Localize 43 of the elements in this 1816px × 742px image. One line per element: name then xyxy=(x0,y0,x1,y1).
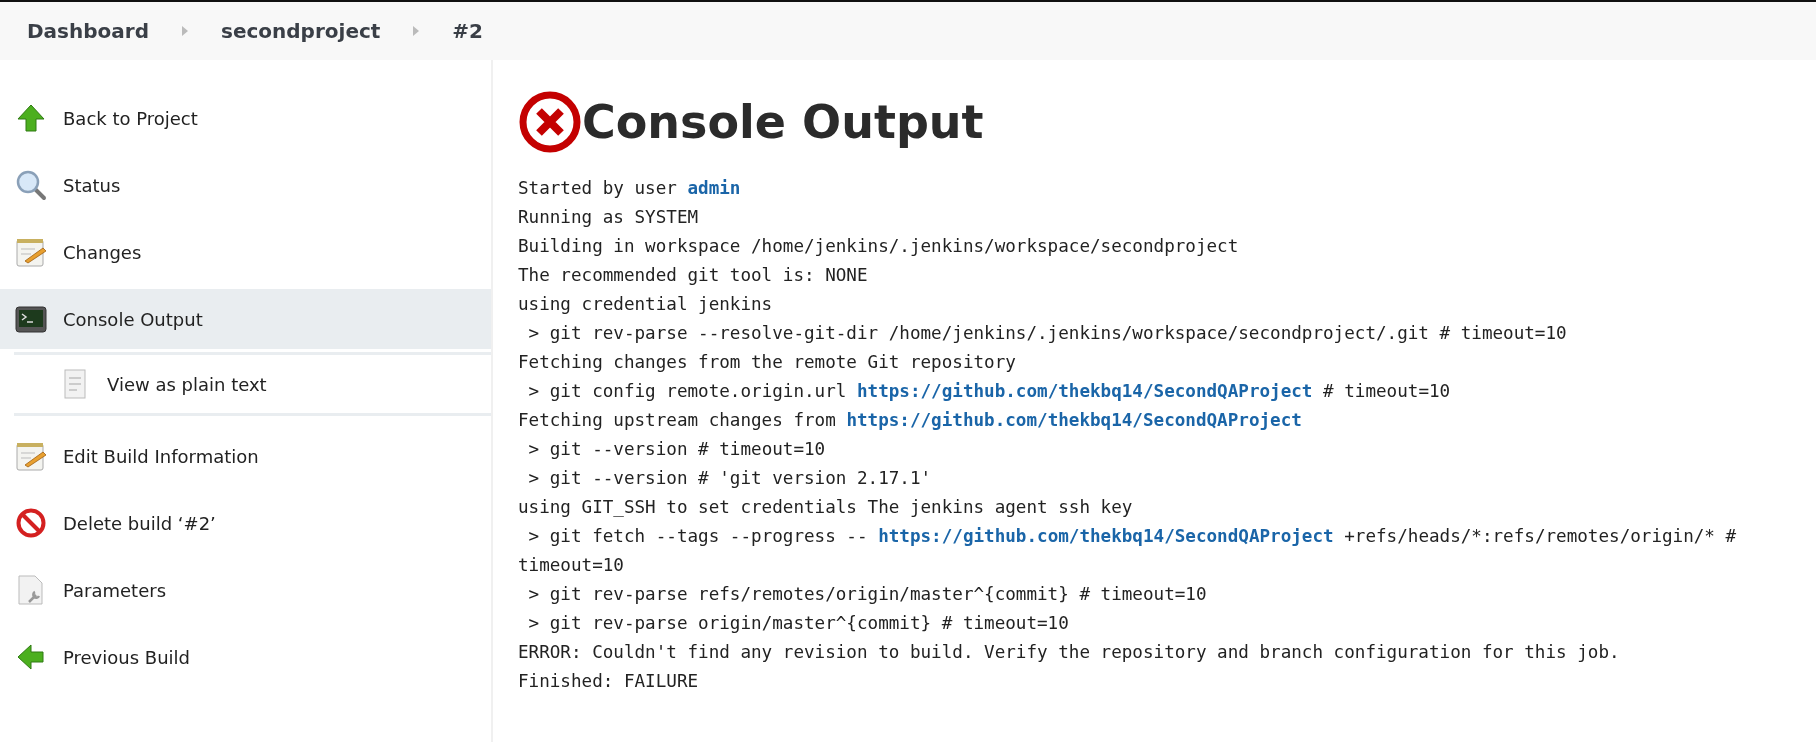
breadcrumb-link[interactable]: secondproject xyxy=(221,19,381,43)
chevron-icon xyxy=(181,25,189,37)
prohibited-icon xyxy=(15,507,47,539)
page-title: Console Output xyxy=(582,95,984,149)
console-line: using credential jenkins xyxy=(518,293,774,316)
sidebar-item[interactable]: Delete build ‘#2’ xyxy=(0,493,491,553)
console-link[interactable]: admin xyxy=(687,178,741,198)
chevron-icon xyxy=(412,25,421,37)
console-line: > git --version # 'git version 2.17.1' xyxy=(527,467,933,490)
console-link[interactable]: https://github.com/thekbq14/SecondQAProject xyxy=(856,381,1313,401)
breadcrumb-link[interactable]: #2 xyxy=(452,19,484,43)
sidebar-item[interactable]: Console Output xyxy=(0,289,491,349)
console-line: Fetching upstream changes from https://github.com/thekbq14/SecondQAProject xyxy=(518,409,1303,432)
notepad-pencil-icon xyxy=(15,236,47,268)
sidebar-item[interactable]: View as plain text xyxy=(14,352,491,416)
console-link[interactable]: https://github.com/thekbq14/SecondQAProject xyxy=(846,410,1302,430)
search-icon xyxy=(15,169,47,201)
console-line: > git fetch --tags --progress -- https://github.com/thekbq14/SecondQAProject +refs/heads/*:refs/remotes/origin/* # timeout=10 xyxy=(518,525,1738,577)
sidebar-item[interactable]: Changes xyxy=(0,222,491,282)
sidebar-item[interactable]: Back to Project xyxy=(0,88,491,148)
console-link[interactable]: https://github.com/thekbq14/SecondQAProject xyxy=(878,526,1334,546)
console-line: Building in workspace /home/jenkins/.jenkins/workspace/secondproject xyxy=(518,235,1240,258)
console-line: Finished: FAILURE xyxy=(518,670,700,693)
console-line: Fetching changes from the remote Git repository xyxy=(518,351,1017,374)
console-line: > git config remote.origin.url https://github.com/thekbq14/SecondQAProject # timeout=10 xyxy=(527,380,1452,403)
console-line: Started by user admin xyxy=(518,177,742,200)
console-line: using GIT_SSH to set credentials The jenkins agent ssh key xyxy=(518,496,1134,519)
sidebar-item[interactable]: Previous Build xyxy=(0,627,491,687)
left-arrow-icon xyxy=(15,641,47,673)
sidebar-item[interactable]: Status xyxy=(0,155,491,215)
console-line: Running as SYSTEM xyxy=(518,206,700,229)
up-arrow-icon xyxy=(15,102,47,134)
console-line: > git rev-parse --resolve-git-dir /home/jenkins/.jenkins/workspace/secondproject/.git # timeout=10 xyxy=(527,322,1568,345)
console-line: > git rev-parse origin/master^{commit} # timeout=10 xyxy=(527,612,1070,635)
terminal-icon xyxy=(15,303,47,335)
notepad-pencil-icon xyxy=(15,440,47,472)
console-line: > git --version # timeout=10 xyxy=(527,438,827,461)
console-line: > git rev-parse refs/remotes/origin/master^{commit} # timeout=10 xyxy=(527,583,1208,606)
sidebar-item[interactable]: Parameters xyxy=(0,560,491,620)
sidebar-item[interactable]: Edit Build Information xyxy=(0,426,491,486)
console-line: The recommended git tool is: NONE xyxy=(518,264,869,287)
breadcrumb-link[interactable]: Dashboard xyxy=(27,19,149,43)
console-line: ERROR: Couldn't find any revision to build. Verify the repository and branch configuration for this job. xyxy=(518,641,1621,664)
